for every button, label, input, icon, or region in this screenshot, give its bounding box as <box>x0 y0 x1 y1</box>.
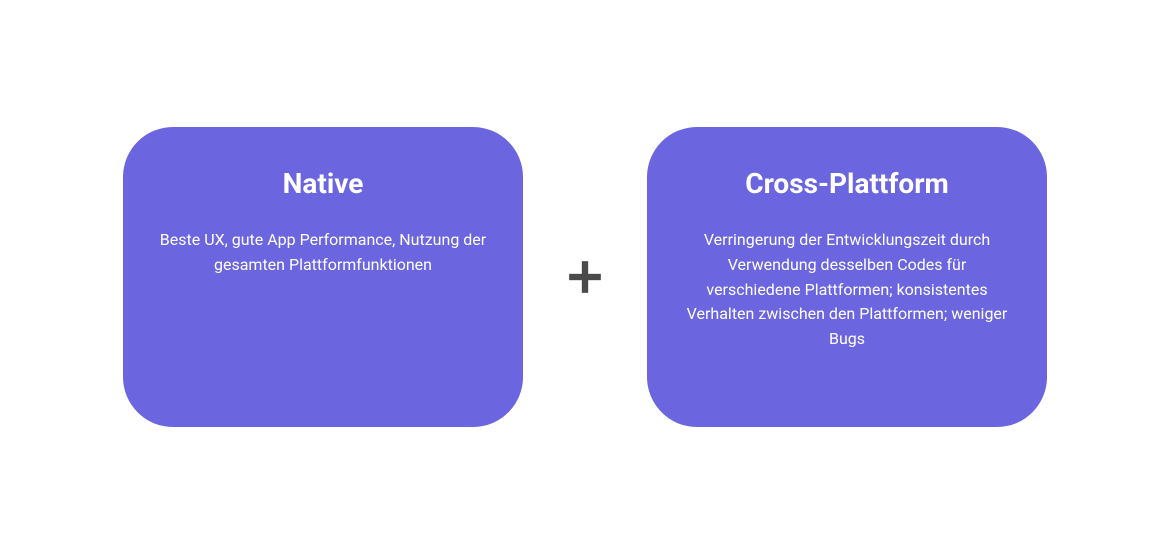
card-body: Beste UX, gute App Performance, Nutzung … <box>158 228 488 278</box>
card-title: Native <box>283 167 364 200</box>
diagram-container: Native Beste UX, gute App Performance, N… <box>123 127 1047 427</box>
plus-icon <box>563 255 607 299</box>
card-title: Cross-Plattform <box>745 167 948 200</box>
card-body: Verringerung der Entwicklungszeit durch … <box>682 228 1012 352</box>
card-cross-platform: Cross-Plattform Verringerung der Entwick… <box>647 127 1047 427</box>
card-native: Native Beste UX, gute App Performance, N… <box>123 127 523 427</box>
